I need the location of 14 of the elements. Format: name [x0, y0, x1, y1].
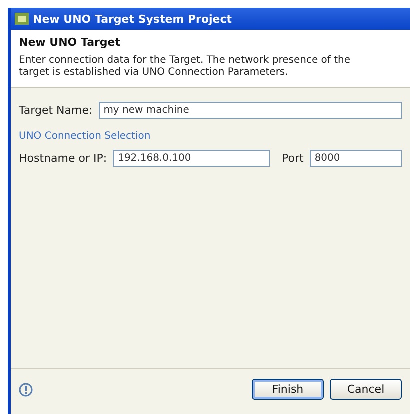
- input-field[interactable]: my new machine: [98, 102, 402, 119]
- page-description: Enter connection data for the Target. The network presence of the target is established via UNO Connection Parameters.: [19, 55, 352, 79]
- help-icon[interactable]: [19, 382, 33, 396]
- group-title: UNO Connection Selection: [19, 131, 152, 142]
- field-label: Port: [282, 152, 304, 165]
- app-icon: [15, 13, 29, 25]
- window-title: New UNO Target System Project: [33, 12, 234, 26]
- page-title: New UNO Target: [19, 36, 122, 49]
- finish-button[interactable]: Finish: [252, 379, 324, 400]
- input-field[interactable]: 8000: [310, 150, 402, 167]
- cancel-button[interactable]: Cancel: [330, 379, 402, 400]
- input-field[interactable]: 192.168.0.100: [113, 150, 270, 167]
- field-label: Target Name:: [19, 104, 93, 117]
- field-label: Hostname or IP:: [19, 152, 108, 165]
